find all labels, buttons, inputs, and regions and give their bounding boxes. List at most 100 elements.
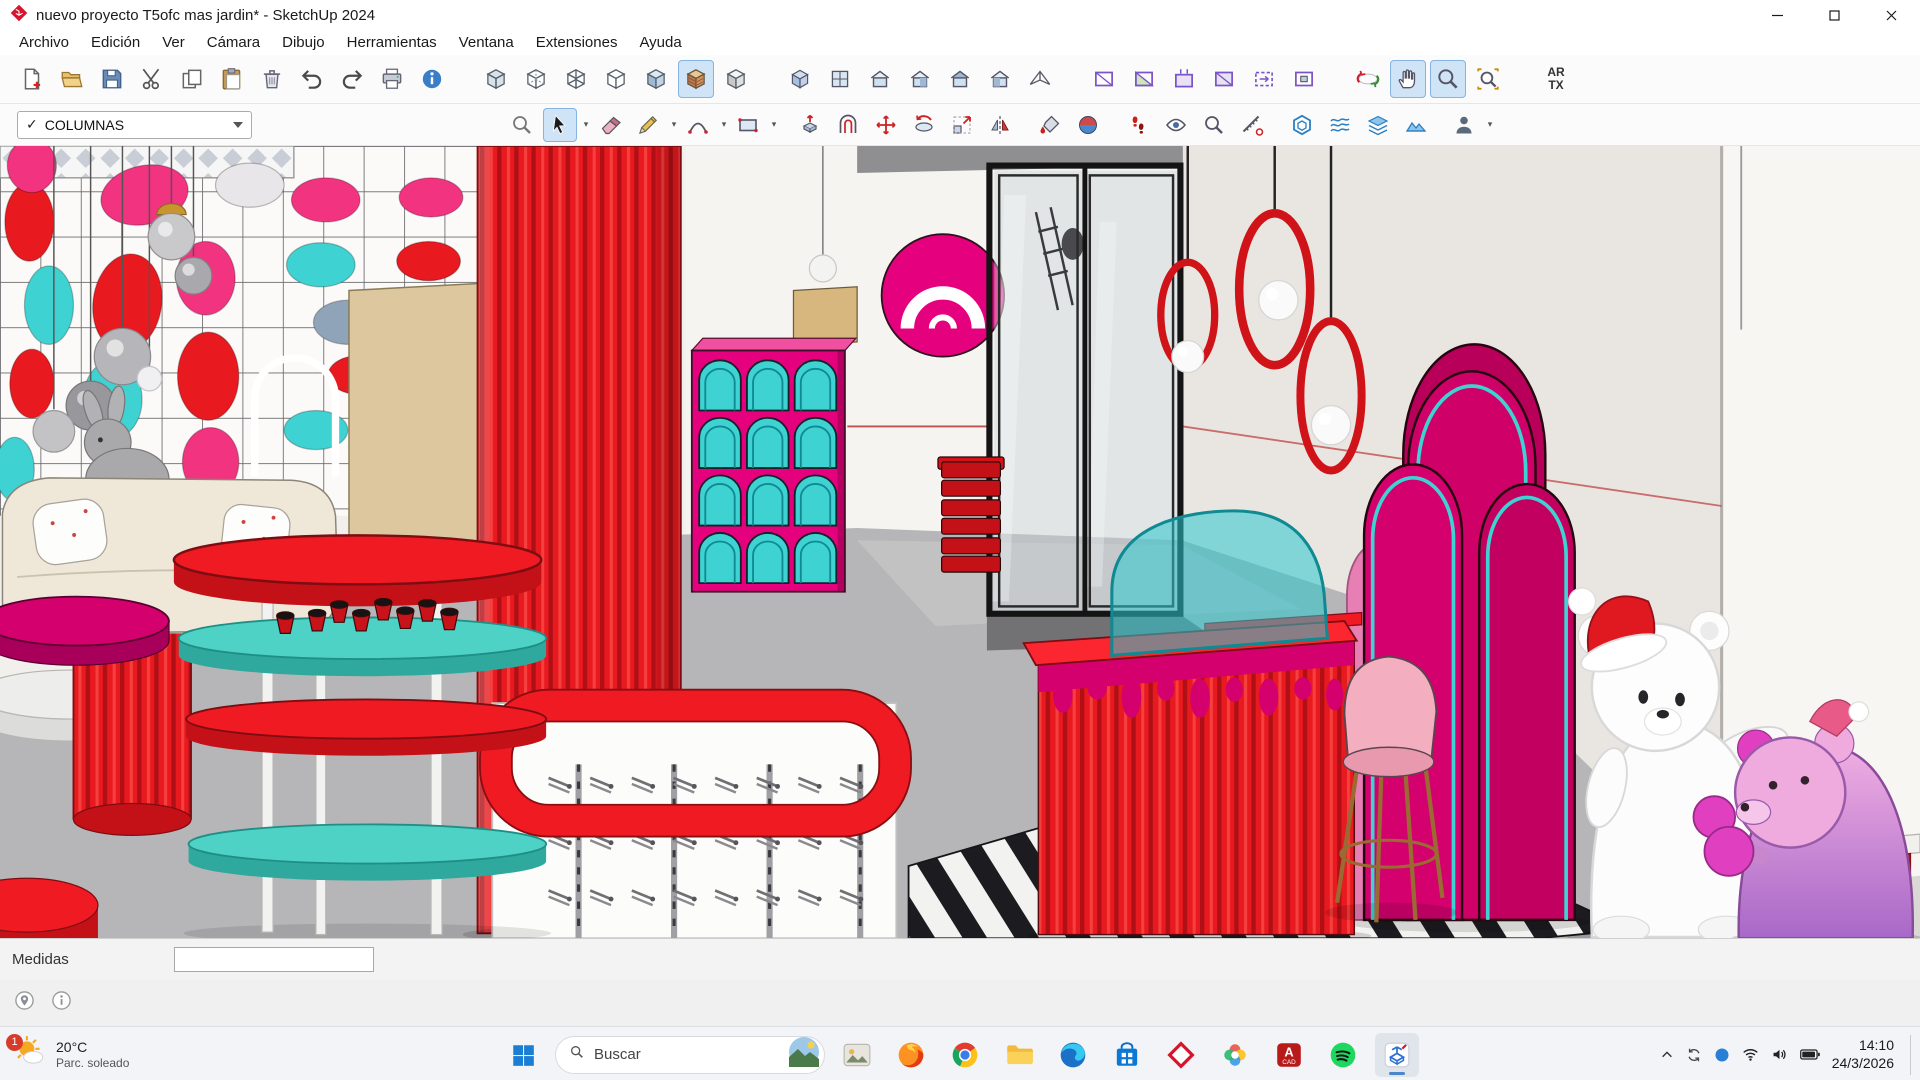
orbit-button[interactable]: [1350, 60, 1386, 98]
sketchup-taskbar-icon[interactable]: [1375, 1033, 1419, 1077]
menu-item-archivo[interactable]: Archivo: [8, 30, 80, 55]
minimize-button[interactable]: [1749, 0, 1806, 30]
measurements-input[interactable]: [174, 947, 374, 972]
geolocation-icon[interactable]: [14, 990, 35, 1016]
menu-item-ayuda[interactable]: Ayuda: [628, 30, 692, 55]
ar-extension-button[interactable]: AR TX: [1534, 60, 1578, 98]
battery-icon[interactable]: [1800, 1049, 1820, 1060]
materials-tool-button[interactable]: [1071, 108, 1105, 142]
photos-icon[interactable]: [1213, 1033, 1257, 1077]
view-left-button[interactable]: [982, 60, 1018, 98]
view-front-button[interactable]: [862, 60, 898, 98]
wifi-icon[interactable]: [1742, 1046, 1759, 1063]
extension-layers-button[interactable]: [1361, 108, 1395, 142]
sync-icon[interactable]: [1686, 1047, 1702, 1063]
flip-tool-button[interactable]: [983, 108, 1017, 142]
menu-item-ventana[interactable]: Ventana: [448, 30, 525, 55]
tape-measure-tool-button[interactable]: [1235, 108, 1269, 142]
view-two-point-button[interactable]: [1022, 60, 1058, 98]
print-button[interactable]: [374, 60, 410, 98]
move-tool-button[interactable]: [869, 108, 903, 142]
scale-tool-button[interactable]: [945, 108, 979, 142]
copy-button[interactable]: [174, 60, 210, 98]
search-tool-button[interactable]: [505, 108, 539, 142]
menu-item-dibujo[interactable]: Dibujo: [271, 30, 336, 55]
section-cut-button[interactable]: [1166, 60, 1202, 98]
save-button[interactable]: [94, 60, 130, 98]
rotate-tool-button[interactable]: [907, 108, 941, 142]
style-monochrome-button[interactable]: [718, 60, 754, 98]
extension-terrain-button[interactable]: [1399, 108, 1433, 142]
viewport-3d-scene[interactable]: [0, 146, 1920, 938]
viewport[interactable]: [0, 146, 1920, 938]
pink-arch-cabinet[interactable]: [692, 338, 856, 591]
arc-tool-caret-icon[interactable]: ▾: [719, 119, 729, 130]
menu-item-ver[interactable]: Ver: [151, 30, 196, 55]
search-highlight-image[interactable]: [789, 1037, 819, 1072]
section-reverse-button[interactable]: [1246, 60, 1282, 98]
look-around-tool-button[interactable]: [1159, 108, 1193, 142]
view-iso-button[interactable]: [782, 60, 818, 98]
zoom-extents-button[interactable]: [1470, 60, 1506, 98]
firefox-icon[interactable]: [889, 1033, 933, 1077]
line-tool-button[interactable]: [631, 108, 665, 142]
select-tool-caret-icon[interactable]: ▾: [581, 119, 591, 130]
section-align-button[interactable]: [1286, 60, 1322, 98]
style-back-edges-button[interactable]: [518, 60, 554, 98]
line-tool-caret-icon[interactable]: ▾: [669, 119, 679, 130]
zoom-camera-button[interactable]: [1430, 60, 1466, 98]
spotify-icon[interactable]: [1321, 1033, 1365, 1077]
view-top-button[interactable]: [822, 60, 858, 98]
walk-tool-button[interactable]: [1121, 108, 1155, 142]
layout-diamond-icon[interactable]: [1159, 1033, 1203, 1077]
redo-button[interactable]: [334, 60, 370, 98]
person-tool-caret-icon[interactable]: ▾: [1485, 119, 1495, 130]
weather-widget[interactable]: 1 20°C Parc. soleado: [10, 1036, 129, 1074]
new-document-button[interactable]: [14, 60, 50, 98]
open-button[interactable]: [54, 60, 90, 98]
menu-item-extensiones[interactable]: Extensiones: [525, 30, 629, 55]
file-explorer-icon[interactable]: [997, 1033, 1041, 1077]
style-xray-button[interactable]: [478, 60, 514, 98]
taskbar-clock[interactable]: 14:10 24/3/2026: [1832, 1037, 1894, 1072]
close-button[interactable]: [1863, 0, 1920, 30]
menu-item-edicion[interactable]: Edición: [80, 30, 151, 55]
eraser-tool-button[interactable]: [593, 108, 627, 142]
section-plane-button[interactable]: [1086, 60, 1122, 98]
tray-blue-dot-icon[interactable]: [1714, 1047, 1730, 1063]
style-wireframe-button[interactable]: [558, 60, 594, 98]
model-info-button[interactable]: [414, 60, 450, 98]
chrome-icon[interactable]: [943, 1033, 987, 1077]
style-shaded-textures-button[interactable]: [678, 60, 714, 98]
wall-logo-circle[interactable]: [882, 234, 1004, 356]
arc-tool-button[interactable]: [681, 108, 715, 142]
autocad-icon[interactable]: ACAD: [1267, 1033, 1311, 1077]
undo-button[interactable]: [294, 60, 330, 98]
zoom-tool-button[interactable]: [1197, 108, 1231, 142]
cut-button[interactable]: [134, 60, 170, 98]
wall-globe-lamp[interactable]: [809, 255, 836, 282]
tray-expand-icon[interactable]: [1660, 1048, 1674, 1062]
edge-icon[interactable]: [1051, 1033, 1095, 1077]
teal-glass-arch[interactable]: [1112, 511, 1328, 655]
select-tool-button[interactable]: [543, 108, 577, 142]
extension-hex-button[interactable]: [1285, 108, 1319, 142]
offset-tool-button[interactable]: [831, 108, 865, 142]
wood-panel[interactable]: [349, 283, 485, 565]
maximize-button[interactable]: [1806, 0, 1863, 30]
taskbar-search-box[interactable]: Buscar: [555, 1036, 825, 1074]
gallery-app-icon[interactable]: [835, 1033, 879, 1077]
view-right-button[interactable]: [902, 60, 938, 98]
credits-info-icon[interactable]: [51, 990, 72, 1016]
start-button[interactable]: [501, 1033, 545, 1077]
rectangle-tool-caret-icon[interactable]: ▾: [769, 119, 779, 130]
section-display-button[interactable]: [1126, 60, 1162, 98]
rectangle-tool-button[interactable]: [731, 108, 765, 142]
volume-icon[interactable]: [1771, 1046, 1788, 1063]
wood-box[interactable]: [793, 287, 857, 346]
paste-button[interactable]: [214, 60, 250, 98]
person-scale-tool-button[interactable]: [1447, 108, 1481, 142]
delete-button[interactable]: [254, 60, 290, 98]
paint-bucket-tool-button[interactable]: [1033, 108, 1067, 142]
view-back-button[interactable]: [942, 60, 978, 98]
